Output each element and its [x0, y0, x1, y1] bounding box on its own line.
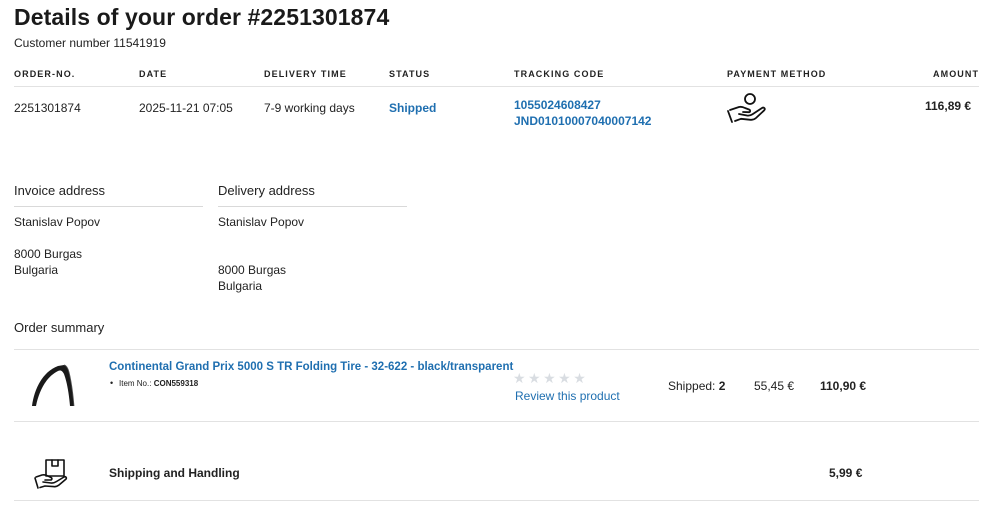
shipped-label: Shipped:: [668, 379, 716, 393]
page-title: Details of your order #2251301874: [14, 4, 390, 30]
unit-price: 55,45 €: [754, 379, 795, 393]
column-header-order-no: ORDER-NO.: [14, 69, 76, 79]
order-date: 2025-11-21 07:05: [139, 101, 233, 115]
delivery-name: Stanislav Popov: [218, 215, 305, 229]
invoice-country: Bulgaria: [14, 263, 59, 277]
summary-divider-middle: [14, 421, 979, 422]
summary-divider-bottom: [14, 500, 979, 501]
line-total: 110,90 €: [820, 379, 867, 393]
order-amount: 116,89 €: [925, 99, 972, 113]
invoice-address-divider: [14, 206, 203, 207]
tracking-link-1[interactable]: 1055024608427: [514, 98, 601, 112]
column-header-date: DATE: [139, 69, 168, 79]
invoice-name: Stanislav Popov: [14, 215, 101, 229]
shipping-label: Shipping and Handling: [109, 466, 240, 480]
order-number: 2251301874: [14, 101, 81, 115]
table-header-divider: [14, 86, 979, 87]
column-header-tracking-code: TRACKING CODE: [514, 69, 605, 79]
item-number-label: Item No.:: [119, 379, 152, 388]
delivery-time: 7-9 working days: [264, 101, 355, 115]
invoice-address-title: Invoice address: [14, 183, 106, 198]
item-number-value: CON559318: [153, 379, 199, 388]
column-header-delivery-time: DELIVERY TIME: [264, 69, 347, 79]
summary-divider-top: [14, 349, 979, 350]
column-header-amount: AMOUNT: [933, 69, 980, 79]
rating-stars[interactable]: ★★★★★: [513, 370, 588, 387]
tire-icon[interactable]: [26, 360, 76, 410]
tracking-link-2[interactable]: JND01010007040007142: [514, 114, 651, 128]
delivery-city: 8000 Burgas: [218, 263, 287, 277]
invoice-city: 8000 Burgas: [14, 247, 83, 261]
item-number: Item No.: CON559318: [110, 378, 199, 388]
package-icon: [34, 457, 68, 489]
delivery-address-divider: [218, 206, 407, 207]
delivery-address-title: Delivery address: [218, 183, 315, 198]
shipped-count: 2: [718, 379, 726, 393]
shipping-price: 5,99 €: [829, 466, 863, 480]
delivery-country: Bulgaria: [218, 279, 263, 293]
order-summary-title: Order summary: [14, 320, 105, 335]
hand-coin-icon: [727, 91, 769, 125]
shipped-quantity: Shipped: 2: [668, 379, 725, 393]
column-header-status: STATUS: [389, 69, 431, 79]
column-header-payment-method: PAYMENT METHOD: [727, 69, 827, 79]
product-link[interactable]: Continental Grand Prix 5000 S TR Folding…: [109, 361, 513, 373]
status-badge: Shipped: [389, 101, 437, 115]
customer-number: Customer number 11541919: [14, 36, 166, 50]
review-product-link[interactable]: Review this product: [515, 389, 620, 403]
